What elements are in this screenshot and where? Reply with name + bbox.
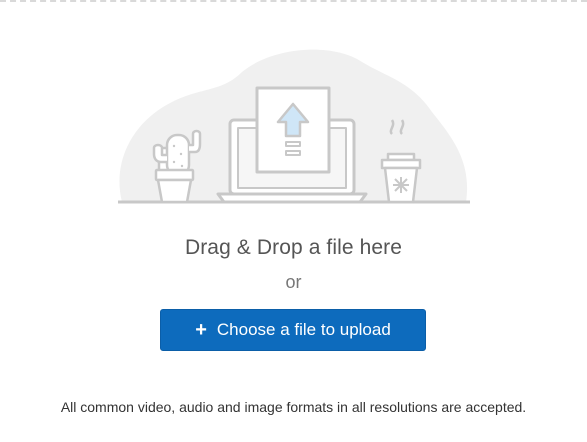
drag-drop-headline: Drag & Drop a file here — [184, 236, 403, 259]
plus-icon: + — [195, 319, 207, 341]
choose-file-button[interactable]: + Choose a file to upload — [160, 309, 426, 351]
accepted-formats-note: All common video, audio and image format… — [60, 399, 527, 415]
upload-illustration — [118, 49, 470, 204]
choose-file-button-label: Choose a file to upload — [216, 320, 391, 339]
or-separator: or — [285, 272, 302, 292]
file-dropzone[interactable]: Drag & Drop a file here or + Choose a fi… — [0, 0, 587, 442]
